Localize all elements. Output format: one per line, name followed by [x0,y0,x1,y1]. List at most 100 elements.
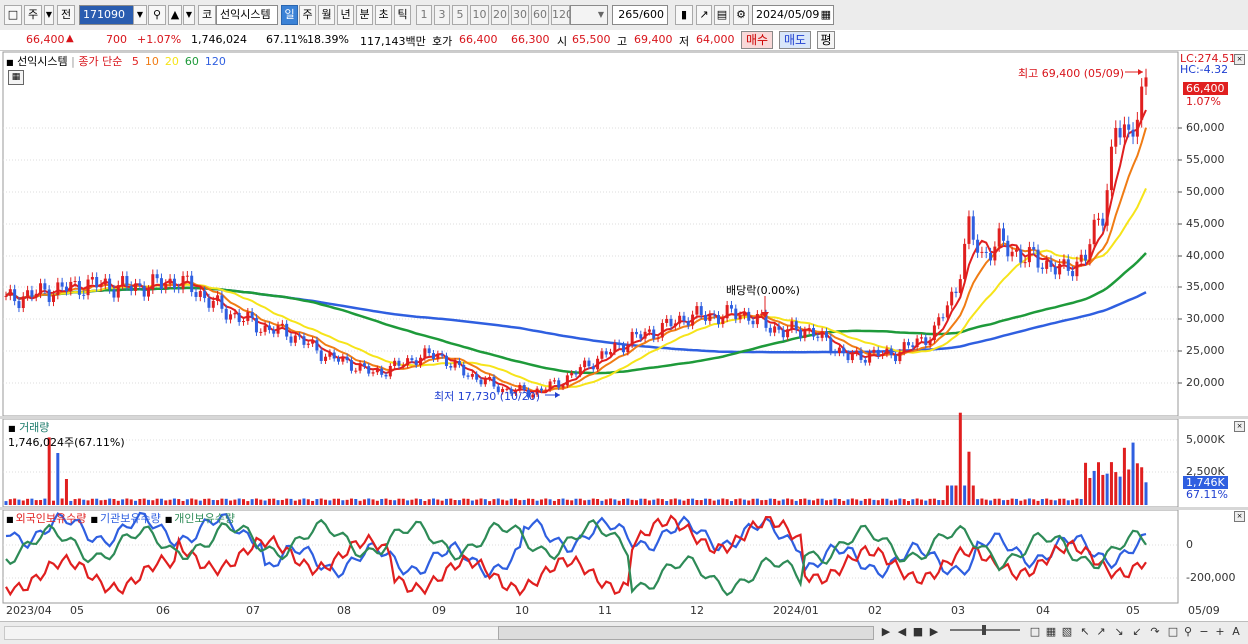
holdings-series-label[interactable]: 외국인보유수량 [16,512,87,525]
close-panel-icon[interactable]: × [1234,421,1245,432]
volume-bar [43,498,47,505]
x-axis-label: 2024/01 [773,604,819,617]
volume-bar [734,499,738,505]
x-axis-label: 12 [690,604,704,617]
period-tab-2[interactable]: 월 [318,5,335,25]
candle-body [639,334,643,339]
holdings-series-label[interactable]: 기관보유수량 [100,512,161,525]
draw-icon[interactable]: ↷ [1148,625,1162,639]
speaker-icon[interactable]: ▲ [168,5,182,25]
speaker-dropdown-icon[interactable]: ▼ [183,5,195,25]
interval-button-2[interactable]: 5 [452,5,468,25]
volume-bar [393,500,397,505]
scroll-right-icon[interactable]: ▶ [879,625,893,639]
gear-icon[interactable]: ⚙ [733,5,749,25]
period-tab-6[interactable]: 틱 [394,5,411,25]
layout-icon[interactable]: ▦ [1044,625,1058,639]
volume-bar [673,498,677,505]
ma-period-5[interactable]: 5 [132,55,139,68]
volume-bar [738,498,742,505]
panel-menu-icon[interactable]: ■ [6,58,14,67]
panel-menu-icon[interactable]: ■ [8,424,16,433]
candle-body [907,342,910,346]
date-field[interactable]: 2024/05/09 ▦ [752,5,834,25]
interval-button-0[interactable]: 1 [416,5,432,25]
interval-button-4[interactable]: 20 [491,5,509,25]
candle-body [596,358,600,370]
tab-stock[interactable]: 주 [24,5,42,25]
draw-icon[interactable]: □ [1166,625,1180,639]
next-page-icon[interactable]: ▶ [927,625,941,639]
interval-button-7[interactable]: 120 [551,5,573,25]
zoom-handle[interactable] [982,625,986,635]
candle-type-icon[interactable]: ▮ [675,5,693,25]
candle-body [678,315,682,324]
draw-icon[interactable]: ↙ [1130,625,1144,639]
candle-body [1109,146,1113,191]
interval-button-3[interactable]: 10 [470,5,489,25]
volume-bar [1135,463,1139,505]
holdings-series-label[interactable]: 개인보유수량 [174,512,235,525]
volume-bar [479,498,483,505]
period-tab-4[interactable]: 분 [356,5,373,25]
dropdown-arrow-icon[interactable]: ▼ [44,5,54,25]
period-tab-1[interactable]: 주 [299,5,316,25]
first-page-icon[interactable]: ◀ [895,625,909,639]
search-icon[interactable]: ⚲ [1181,625,1195,639]
market-button[interactable]: 코 [198,5,216,25]
calendar-icon[interactable]: ▦ [821,6,831,24]
draw-icon[interactable]: ↘ [1112,625,1126,639]
avg-button[interactable]: 평 [817,31,835,49]
volume-bar [799,499,803,505]
indicator-icon[interactable]: ↗ [696,5,712,25]
series-marker-icon: ■ [164,515,173,524]
close-panel-icon[interactable]: × [1234,54,1245,65]
candle-body [885,348,889,355]
volume-bar [427,499,431,505]
layout-icon[interactable]: □ [1028,625,1042,639]
candle-body [289,336,293,343]
candle-body [1097,218,1100,220]
volume-panel [2,418,1179,508]
font-size-icon[interactable]: A [1229,625,1243,639]
sell-button[interactable]: 매도 [779,31,811,49]
period-tab-0[interactable]: 일 [281,5,298,25]
candle-body [919,337,923,339]
interval-button-1[interactable]: 3 [434,5,450,25]
candle-body [967,216,971,244]
save-icon[interactable]: ▤ [714,5,730,25]
count-field[interactable]: 265/600 [612,5,668,25]
ma-period-60[interactable]: 60 [185,55,199,68]
period-tab-3[interactable]: 년 [337,5,354,25]
close-panel-icon[interactable]: × [1234,511,1245,522]
calculator-icon[interactable]: ▦ [8,70,24,85]
buy-button[interactable]: 매수 [741,31,773,49]
draw-line-icon[interactable]: ↗ [1094,625,1108,639]
layout-icon[interactable]: ▧ [1060,625,1074,639]
volume-bar [86,500,90,505]
ma-period-10[interactable]: 10 [145,55,159,68]
period-tab-5[interactable]: 초 [375,5,392,25]
code-dropdown-icon[interactable]: ▼ [133,5,147,25]
stock-name-field[interactable]: 선익시스템 [216,5,278,25]
stock-code-input[interactable]: 171090 [79,5,139,25]
zoom-in-icon[interactable]: + [1213,625,1227,639]
interval-input[interactable]: ▼ [570,5,608,25]
window-icon[interactable]: □ [4,5,22,25]
x-axis-label: 10 [515,604,529,617]
search-icon[interactable]: ⚲ [148,5,166,25]
crosshair-icon[interactable]: ↖ [1078,625,1092,639]
scroll-track[interactable] [4,626,500,640]
ma-period-20[interactable]: 20 [165,55,179,68]
scrollbar-thumb[interactable] [498,626,874,640]
candle-body [483,378,487,385]
interval-button-6[interactable]: 60 [531,5,549,25]
volume-bar [755,498,759,505]
interval-button-5[interactable]: 30 [511,5,529,25]
volume-bar [337,498,340,505]
tab-prev[interactable]: 전 [57,5,75,25]
ma-period-120[interactable]: 120 [205,55,226,68]
zoom-out-icon[interactable]: − [1197,625,1211,639]
stop-icon[interactable]: ■ [911,625,925,639]
chart-area[interactable] [0,51,1248,621]
